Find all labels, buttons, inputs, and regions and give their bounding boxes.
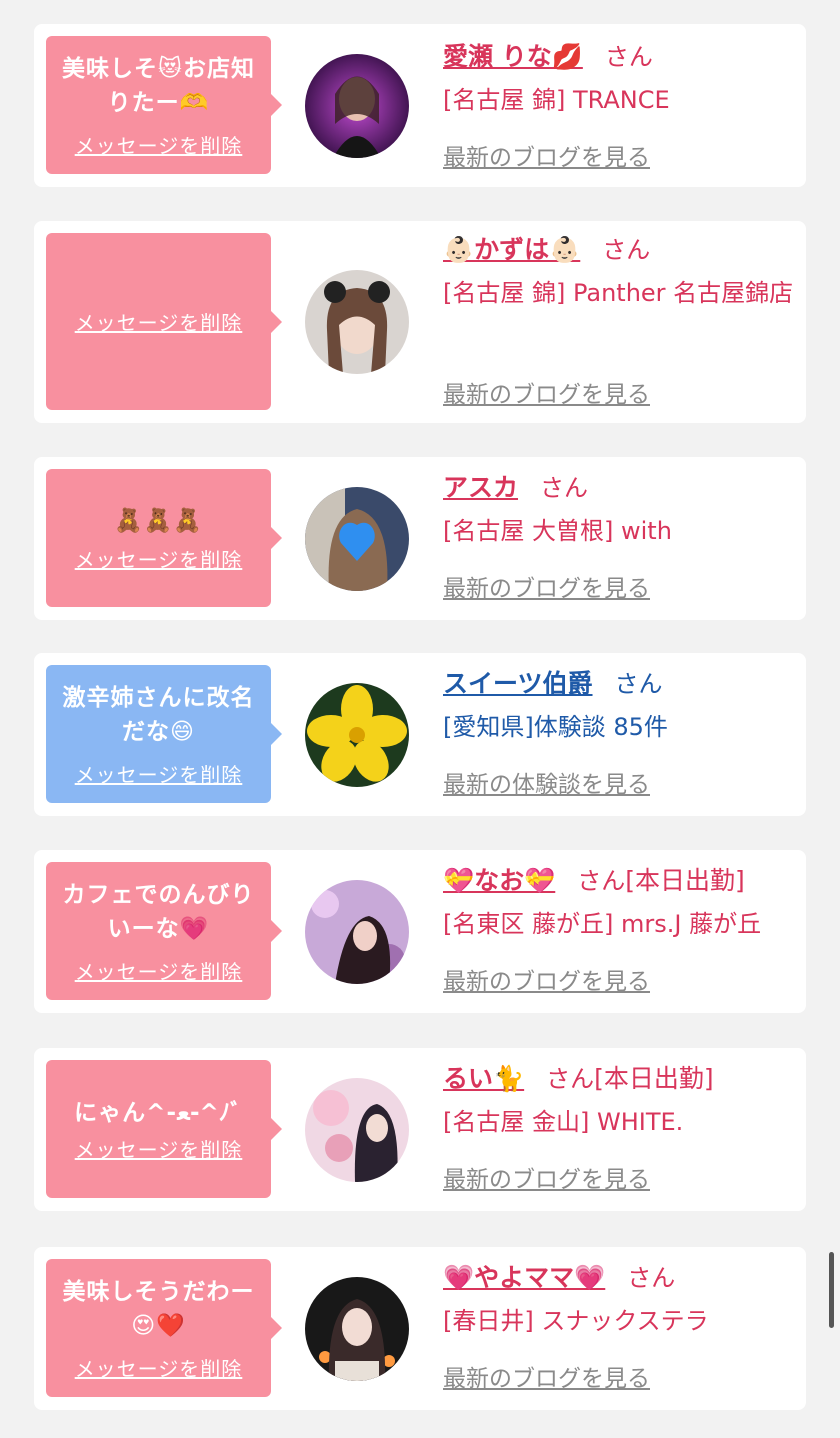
profile-info: 💗やよママ💗 さん [春日井] スナックステラ 最新のブログを見る (443, 1259, 796, 1399)
delete-message-link[interactable]: メッセージを削除 (75, 1353, 243, 1382)
profile-name-link[interactable]: スイーツ伯爵 (443, 669, 593, 698)
latest-blog-link[interactable]: 最新のブログを見る (443, 1160, 650, 1194)
message-bubble: カフェでのんびりいーな💗 メッセージを削除 (46, 862, 282, 1000)
avatar-image (305, 270, 409, 374)
avatar[interactable] (305, 1277, 409, 1381)
shop-name: [名古屋 金山] WHITE. (443, 1108, 684, 1136)
attendance-status: [本日出勤] (625, 866, 745, 895)
delete-message-link[interactable]: メッセージを削除 (75, 759, 243, 788)
profile-info: るい🐈 さん[本日出勤] [名古屋 金山] WHITE. 最新のブログを見る (443, 1060, 796, 1200)
list-item: カフェでのんびりいーな💗 メッセージを削除 💝なお💝 さん[本日出勤] [名東区 … (34, 850, 806, 1013)
latest-review-link[interactable]: 最新の体験談を見る (443, 765, 650, 799)
latest-blog-link[interactable]: 最新のブログを見る (443, 569, 650, 603)
honorific: さん (604, 43, 653, 71)
list-item: 🧸🧸🧸 メッセージを削除 アスカ さん [名古屋 大曽根] with 最新のブログ… (34, 457, 806, 620)
avatar-image (305, 1078, 409, 1182)
avatar-image (305, 54, 409, 158)
list-item: にゃん^-ﻌ-^ﾉﾞ メッセージを削除 るい🐈 さん[本日出勤] [名古屋 金山]… (34, 1048, 806, 1211)
profile-info: 💝なお💝 さん[本日出勤] [名東区 藤が丘] mrs.J 藤が丘 最新のブログを… (443, 862, 796, 1002)
avatar[interactable] (305, 270, 409, 374)
honorific: さん (627, 1264, 676, 1292)
latest-blog-link[interactable]: 最新のブログを見る (443, 962, 650, 996)
list-item: 美味しそ😻お店知りたー🫶 メッセージを削除 愛瀬 りな💋 さん [名古屋 錦] T… (34, 24, 806, 187)
delete-message-link[interactable]: メッセージを削除 (75, 544, 243, 573)
shop-name: [名東区 藤が丘] mrs.J 藤が丘 (443, 910, 762, 938)
latest-blog-link[interactable]: 最新のブログを見る (443, 375, 650, 409)
scrollbar[interactable] (829, 1252, 834, 1328)
avatar-image (305, 1277, 409, 1381)
honorific: さん (602, 236, 651, 264)
profile-info: スイーツ伯爵 さん [愛知県]体験談 85件 最新の体験談を見る (443, 665, 796, 805)
honorific: さん (546, 1065, 595, 1093)
profile-info: アスカ さん [名古屋 大曽根] with 最新のブログを見る (443, 469, 796, 609)
message-text: 🧸🧸🧸 (114, 507, 203, 534)
latest-blog-link[interactable]: 最新のブログを見る (443, 138, 650, 172)
message-text: にゃん^-ﻌ-^ﾉﾞ (74, 1099, 243, 1126)
message-text: カフェでのんびりいーな💗 (62, 881, 255, 942)
profile-name-link[interactable]: アスカ (443, 473, 518, 502)
avatar-image (305, 487, 409, 591)
shop-name: [名古屋 大曽根] with (443, 517, 672, 545)
shop-name: [名古屋 錦] TRANCE (443, 86, 670, 114)
message-bubble: 美味しそ😻お店知りたー🫶 メッセージを削除 (46, 36, 282, 174)
list-item: 激辛姉さんに改名だな😄 メッセージを削除 スイーツ伯爵 さん [愛知県]体験談 8… (34, 653, 806, 816)
avatar[interactable] (305, 487, 409, 591)
profile-info: 👶🏻かずは👶🏻 さん [名古屋 錦] Panther 名古屋錦店 最新のブログを見… (443, 231, 796, 411)
profile-name-link[interactable]: 💝なお💝 (443, 866, 555, 895)
attendance-status: [本日出勤] (594, 1064, 714, 1093)
delete-message-link[interactable]: メッセージを削除 (75, 1134, 243, 1163)
profile-name-link[interactable]: 💗やよママ💗 (443, 1263, 605, 1292)
avatar[interactable] (305, 54, 409, 158)
delete-message-link[interactable]: メッセージを削除 (75, 307, 243, 336)
message-bubble: 激辛姉さんに改名だな😄 メッセージを削除 (46, 665, 282, 803)
honorific: さん (614, 670, 663, 698)
delete-message-link[interactable]: メッセージを削除 (75, 956, 243, 985)
message-text: 激辛姉さんに改名だな😄 (62, 684, 255, 745)
profile-name-link[interactable]: 👶🏻かずは👶🏻 (443, 235, 580, 264)
avatar-image (305, 880, 409, 984)
profile-name-link[interactable]: 愛瀬 りな💋 (443, 42, 583, 71)
review-count: [愛知県]体験談 85件 (443, 713, 668, 741)
shop-name: [春日井] スナックステラ (443, 1307, 709, 1335)
message-bubble: メッセージを削除 (46, 233, 282, 410)
avatar-image (305, 683, 409, 787)
message-bubble: 美味しそうだわー😍❤️ メッセージを削除 (46, 1259, 282, 1397)
list-item: メッセージを削除 👶🏻かずは👶🏻 さん [名古屋 錦] Panther 名古屋錦店… (34, 221, 806, 423)
list-item: 美味しそうだわー😍❤️ メッセージを削除 💗やよママ💗 さん [春日井] スナック… (34, 1247, 806, 1410)
delete-message-link[interactable]: メッセージを削除 (75, 130, 243, 159)
avatar[interactable] (305, 1078, 409, 1182)
latest-blog-link[interactable]: 最新のブログを見る (443, 1359, 650, 1393)
message-bubble: にゃん^-ﻌ-^ﾉﾞ メッセージを削除 (46, 1060, 282, 1198)
profile-info: 愛瀬 りな💋 さん [名古屋 錦] TRANCE 最新のブログを見る (443, 38, 796, 178)
message-bubble: 🧸🧸🧸 メッセージを削除 (46, 469, 282, 607)
profile-name-link[interactable]: るい🐈 (443, 1064, 524, 1093)
message-text: 美味しそ😻お店知りたー🫶 (62, 55, 255, 116)
shop-name: [名古屋 錦] Panther 名古屋錦店 (443, 279, 794, 307)
message-text: 美味しそうだわー😍❤️ (62, 1278, 255, 1339)
honorific: さん (540, 474, 589, 502)
honorific: さん (577, 867, 626, 895)
avatar[interactable] (305, 683, 409, 787)
avatar[interactable] (305, 880, 409, 984)
